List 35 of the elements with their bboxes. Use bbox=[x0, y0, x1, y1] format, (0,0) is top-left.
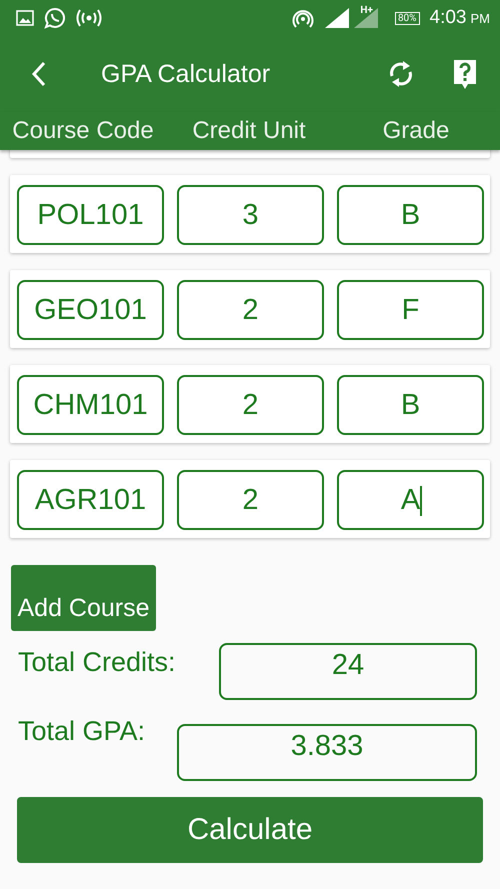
column-header: Grade bbox=[382, 117, 450, 145]
column-header: Course Code bbox=[11, 117, 155, 145]
back-icon[interactable] bbox=[31, 61, 47, 87]
battery-indicator: 80% bbox=[394, 12, 420, 24]
clock-time: 4:03 bbox=[430, 7, 466, 29]
grade-field[interactable]: B bbox=[337, 185, 484, 245]
total-label: Total GPA: bbox=[18, 716, 146, 747]
credit-unit-field[interactable]: 2 bbox=[177, 375, 324, 435]
total-field: 24 bbox=[219, 643, 477, 700]
refresh-icon[interactable] bbox=[388, 59, 414, 89]
course-code-field[interactable]: AGR101 bbox=[17, 470, 164, 530]
broadcast-icon bbox=[76, 9, 102, 27]
clock-meridiem: PM bbox=[470, 10, 490, 26]
image-icon bbox=[16, 10, 34, 26]
course-code-field[interactable]: GEO101 bbox=[17, 280, 164, 340]
signal-icon bbox=[352, 7, 379, 29]
course-code-field[interactable]: POL101 bbox=[17, 185, 164, 245]
screen-title: GPA Calculator bbox=[101, 60, 270, 88]
grade-field[interactable]: A bbox=[337, 470, 484, 530]
column-header: Credit Unit bbox=[191, 117, 307, 145]
credit-unit-field[interactable]: 3 bbox=[177, 185, 324, 245]
add-course-button[interactable]: Add Course bbox=[11, 565, 156, 631]
calculate-button[interactable]: Calculate bbox=[17, 797, 483, 863]
hotspot-icon bbox=[292, 7, 314, 29]
total-label: Total Credits: bbox=[18, 647, 176, 678]
chat-bubble-icon bbox=[44, 7, 66, 29]
signal-icon bbox=[324, 7, 350, 29]
total-field: 3.833 bbox=[177, 724, 477, 781]
network-type-text: H+ bbox=[360, 4, 373, 16]
grade-field[interactable]: F bbox=[337, 280, 484, 340]
credit-unit-field[interactable]: 2 bbox=[177, 470, 324, 530]
grade-field[interactable]: B bbox=[337, 375, 484, 435]
course-code-field[interactable]: CHM101 bbox=[17, 375, 164, 435]
help-icon[interactable] bbox=[452, 58, 478, 90]
credit-unit-field[interactable]: 2 bbox=[177, 280, 324, 340]
